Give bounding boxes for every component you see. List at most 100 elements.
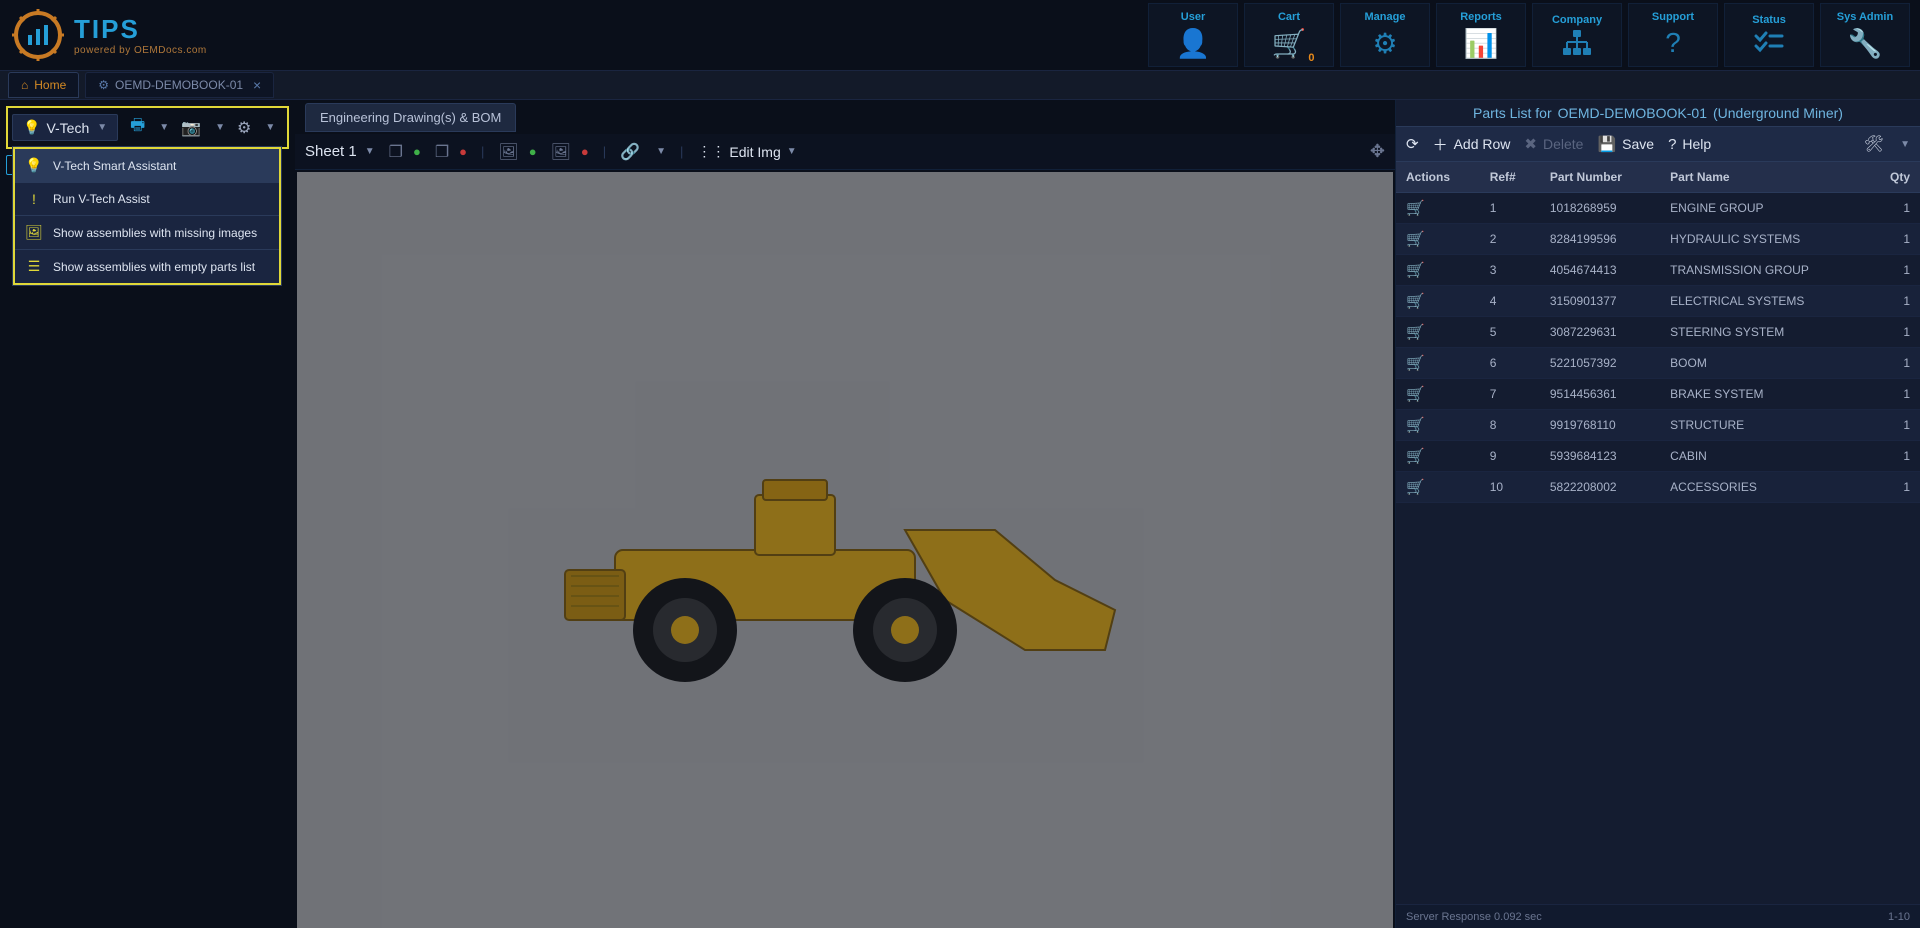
cell-ref: 10 <box>1480 472 1540 503</box>
chevron-down-icon[interactable]: ▼ <box>215 122 225 133</box>
drawing-canvas[interactable] <box>297 172 1393 928</box>
table-row[interactable]: 🛒79514456361BRAKE SYSTEM1 <box>1396 379 1920 410</box>
table-row[interactable]: 🛒65221057392BOOM1 <box>1396 348 1920 379</box>
col-qty[interactable]: Qty <box>1868 162 1920 193</box>
cell-part-number: 1018268959 <box>1540 193 1660 224</box>
nav-tile-status[interactable]: Status <box>1724 3 1814 67</box>
add-to-cart-icon[interactable]: 🛒 <box>1406 200 1425 217</box>
col-part-number[interactable]: Part Number <box>1540 162 1660 193</box>
nav-tile-label: Company <box>1552 14 1602 26</box>
cell-part-name: ACCESSORIES <box>1660 472 1867 503</box>
menu-run-assist[interactable]: ! Run V-Tech Assist <box>15 183 279 216</box>
settings-icon[interactable]: ⚙ <box>233 116 255 140</box>
nav-tile-label: User <box>1181 11 1205 23</box>
add-to-cart-icon[interactable]: 🛒 <box>1406 386 1425 403</box>
lightbulb-icon: 💡 <box>25 157 43 174</box>
table-row[interactable]: 🛒43150901377ELECTRICAL SYSTEMS1 <box>1396 286 1920 317</box>
add-to-cart-icon[interactable]: 🛒 <box>1406 479 1425 496</box>
parts-toolbar: ⟳ ＋ Add Row ✖ Delete 💾 Save ? Help 🛠 ▼ <box>1396 126 1920 162</box>
move-handle-icon[interactable]: ✥ <box>1370 141 1385 162</box>
plus-icon: ● <box>529 144 537 159</box>
save-button[interactable]: 💾 Save <box>1597 135 1654 153</box>
add-to-cart-icon[interactable]: 🛒 <box>1406 324 1425 341</box>
edit-image-button[interactable]: ⋮⋮ Edit Img ▼ <box>697 143 796 160</box>
col-ref[interactable]: Ref# <box>1480 162 1540 193</box>
chevron-down-icon[interactable]: ▼ <box>656 146 666 157</box>
logo-title: TIPS <box>74 14 207 45</box>
table-row[interactable]: 🛒28284199596HYDRAULIC SYSTEMS1 <box>1396 224 1920 255</box>
col-part-name[interactable]: Part Name <box>1660 162 1867 193</box>
left-panel: 💡 V-Tech ▼ 🖶 ▼ 📷 ▼ ⚙ ▼ ex 💡 V-Tech Smart… <box>0 100 295 928</box>
add-to-cart-icon[interactable]: 🛒 <box>1406 417 1425 434</box>
print-icon[interactable]: 🖶 <box>126 112 149 143</box>
menu-empty-parts[interactable]: ☰ Show assemblies with empty parts list <box>15 250 279 283</box>
sheet-selector[interactable]: Sheet 1 ▼ <box>305 143 375 160</box>
tab-home[interactable]: ⌂ Home <box>8 72 79 98</box>
table-row[interactable]: 🛒105822208002ACCESSORIES1 <box>1396 472 1920 503</box>
table-row[interactable]: 🛒89919768110STRUCTURE1 <box>1396 410 1920 441</box>
close-icon[interactable]: × <box>253 77 261 93</box>
cell-ref: 2 <box>1480 224 1540 255</box>
add-to-cart-icon[interactable]: 🛒 <box>1406 262 1425 279</box>
nav-tile-label: Support <box>1652 11 1694 23</box>
copy-sheet-icon[interactable]: ❐ <box>389 142 403 162</box>
chevron-down-icon[interactable]: ▼ <box>1900 139 1910 150</box>
lightbulb-icon: 💡 <box>23 119 40 136</box>
add-row-button[interactable]: ＋ Add Row <box>1433 134 1511 155</box>
parts-table-area: Actions Ref# Part Number Part Name Qty 🛒… <box>1396 162 1920 904</box>
delete-label: Delete <box>1543 136 1583 152</box>
nav-tile-icon: ? <box>1665 27 1681 59</box>
tab-engineering-bom[interactable]: Engineering Drawing(s) & BOM <box>305 103 516 132</box>
cell-part-name: CABIN <box>1660 441 1867 472</box>
nav-tile-sys-admin[interactable]: Sys Admin🔧 <box>1820 3 1910 67</box>
chevron-down-icon[interactable]: ▼ <box>265 122 275 133</box>
delete-button[interactable]: ✖ Delete <box>1524 135 1583 153</box>
nav-tile-cart[interactable]: Cart🛒0 <box>1244 3 1334 67</box>
cell-qty: 1 <box>1868 317 1920 348</box>
cell-part-number: 5221057392 <box>1540 348 1660 379</box>
nav-tile-company[interactable]: Company <box>1532 3 1622 67</box>
col-actions[interactable]: Actions <box>1396 162 1480 193</box>
add-to-cart-icon[interactable]: 🛒 <box>1406 448 1425 465</box>
table-row[interactable]: 🛒11018268959ENGINE GROUP1 <box>1396 193 1920 224</box>
logo-subtitle: powered by OEMDocs.com <box>74 45 207 56</box>
cell-qty: 1 <box>1868 472 1920 503</box>
tab-book[interactable]: ⚙ OEMD-DEMOBOOK-01 × <box>85 72 274 98</box>
add-to-cart-icon[interactable]: 🛒 <box>1406 293 1425 310</box>
tools-icon[interactable]: 🛠 <box>1864 134 1884 154</box>
add-to-cart-icon[interactable]: 🛒 <box>1406 231 1425 248</box>
table-row[interactable]: 🛒53087229631STEERING SYSTEM1 <box>1396 317 1920 348</box>
table-row[interactable]: 🛒95939684123CABIN1 <box>1396 441 1920 472</box>
help-label: Help <box>1682 136 1711 152</box>
help-button[interactable]: ? Help <box>1668 136 1711 153</box>
parts-table: Actions Ref# Part Number Part Name Qty 🛒… <box>1396 162 1920 503</box>
cell-qty: 1 <box>1868 193 1920 224</box>
menu-smart-assistant[interactable]: 💡 V-Tech Smart Assistant <box>15 149 279 183</box>
exclamation-icon: ! <box>25 191 43 207</box>
add-image-icon[interactable]: 🖼 <box>498 142 518 162</box>
table-row[interactable]: 🛒34054674413TRANSMISSION GROUP1 <box>1396 255 1920 286</box>
sheet-toolbar: Sheet 1 ▼ ❐● ❐● | 🖼● 🖼● | 🔗 ▼ | ⋮⋮ Edit … <box>295 134 1395 170</box>
cell-qty: 1 <box>1868 348 1920 379</box>
remove-image-icon[interactable]: 🖼 <box>551 142 571 162</box>
link-icon[interactable]: 🔗 <box>620 142 640 162</box>
refresh-button[interactable]: ⟳ <box>1406 135 1419 153</box>
menu-missing-images[interactable]: 🖼 Show assemblies with missing images <box>15 216 279 250</box>
remove-sheet-icon[interactable]: ❐ <box>435 142 449 162</box>
nav-tile-label: Sys Admin <box>1837 11 1893 23</box>
camera-icon[interactable]: 📷 <box>177 116 205 140</box>
nav-tile-reports[interactable]: Reports📊 <box>1436 3 1526 67</box>
cell-part-number: 4054674413 <box>1540 255 1660 286</box>
chevron-down-icon[interactable]: ▼ <box>159 122 169 133</box>
cell-ref: 6 <box>1480 348 1540 379</box>
nav-tiles: User 👤 Cart🛒0Manage⚙Reports📊 Company Support… <box>1148 3 1910 67</box>
nav-tile-label: Cart <box>1278 11 1300 23</box>
nav-tile-icon: 👤 <box>1176 27 1211 60</box>
server-response: Server Response 0.092 sec <box>1406 911 1542 923</box>
nav-tile-support[interactable]: Support? <box>1628 3 1718 67</box>
vtech-dropdown-button[interactable]: 💡 V-Tech ▼ <box>12 114 118 141</box>
nav-tile-user[interactable]: User 👤 <box>1148 3 1238 67</box>
nav-tile-manage[interactable]: Manage⚙ <box>1340 3 1430 67</box>
add-to-cart-icon[interactable]: 🛒 <box>1406 355 1425 372</box>
sheet-label: Sheet 1 <box>305 143 357 160</box>
